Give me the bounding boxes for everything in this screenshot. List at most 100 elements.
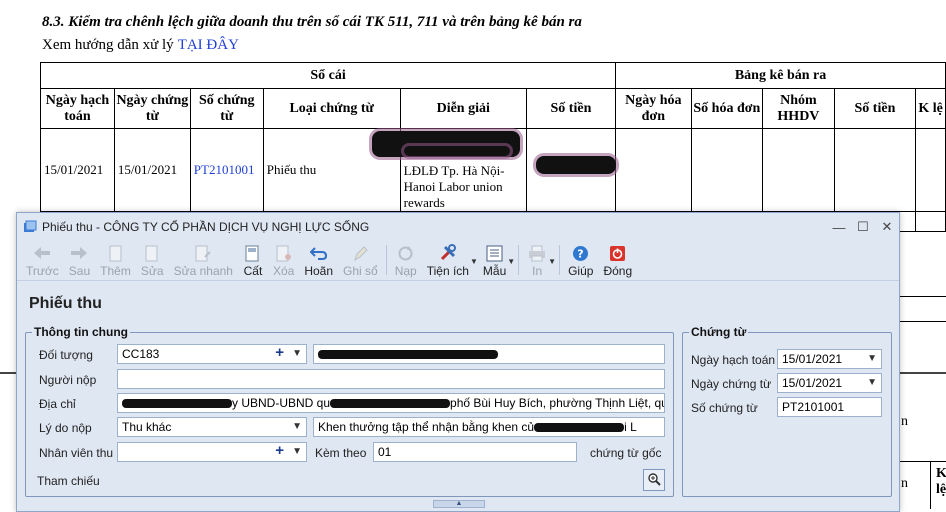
chung-tu-goc-label: chứng từ gốc: [590, 446, 662, 460]
chevron-down-icon[interactable]: ▼: [548, 257, 556, 266]
doi-tuong-name-field[interactable]: [313, 344, 665, 364]
nguoi-nop-field[interactable]: [117, 369, 665, 389]
quick-edit-icon: [193, 243, 213, 263]
ngay-chung-tu-label: Ngày chứng từ: [691, 377, 772, 391]
chevron-down-icon[interactable]: ▼: [507, 257, 515, 266]
add-document-icon: [106, 243, 126, 263]
next-button[interactable]: Sau: [64, 241, 95, 278]
nguoi-nop-label: Người nộp: [39, 373, 97, 387]
cell-so-chung-tu-link[interactable]: PT2101001: [189, 128, 264, 212]
add-icon[interactable]: +: [275, 443, 284, 460]
help-button[interactable]: ? Giúp: [563, 241, 598, 278]
add-icon[interactable]: +: [275, 345, 284, 362]
col-header: Số tiền: [525, 88, 617, 129]
voucher-legend: Chứng từ: [691, 325, 747, 339]
cell-ngay-hach-toan: 15/01/2021: [40, 128, 115, 212]
ly-do-select[interactable]: Thu khác ▼: [117, 417, 307, 437]
col-header: Diễn giải: [399, 88, 527, 129]
reload-button[interactable]: Nạp: [390, 241, 422, 278]
post-button[interactable]: Ghi sổ: [338, 241, 383, 278]
ngay-hach-toan-field[interactable]: 15/01/2021 ▼: [777, 349, 882, 369]
delete-icon: [274, 243, 294, 263]
group-header-sales: Bảng kê bán ra: [615, 62, 946, 89]
so-chung-tu-field[interactable]: PT2101001: [777, 397, 882, 417]
close-button[interactable]: ✕: [875, 213, 899, 241]
tham-chieu-label: Tham chiếu: [37, 474, 100, 488]
delete-button[interactable]: Xóa: [268, 241, 299, 278]
toolbar-separator: [559, 245, 561, 275]
doi-tuong-label: Đối tượng: [39, 348, 93, 362]
cell-empty: [690, 128, 764, 212]
so-chung-tu-label: Số chứng từ: [691, 401, 758, 415]
chevron-down-icon[interactable]: ▼: [470, 257, 478, 266]
col-header: Ngày chứng từ: [113, 88, 191, 129]
kem-theo-label: Kèm theo: [315, 446, 367, 460]
redaction-mark: [330, 399, 451, 409]
utilities-button[interactable]: Tiện ích: [422, 241, 474, 278]
doi-tuong-field[interactable]: CC183 + ▼: [117, 344, 307, 364]
maximize-button[interactable]: ☐: [851, 213, 875, 241]
chevron-down-icon[interactable]: ▼: [292, 345, 302, 363]
ly-do-label: Lý do nộp: [39, 421, 92, 435]
template-button[interactable]: Mẫu: [478, 241, 511, 278]
section-heading: 8.3. Kiểm tra chênh lệch giữa doanh thu …: [42, 14, 582, 30]
col-header: Số hóa đơn: [690, 88, 764, 129]
magnifier-icon: [647, 472, 661, 489]
doc-fragment: n: [901, 414, 908, 429]
pencil-icon: [350, 243, 370, 263]
quick-edit-button[interactable]: Sửa nhanh: [169, 241, 238, 278]
guide-text: Xem hướng dẫn xử lý: [42, 37, 174, 53]
arrow-left-icon: [32, 243, 52, 263]
dia-chi-field[interactable]: y UBND-UBND qu phố Bùi Huy Bích, phường T…: [117, 393, 665, 413]
doc-line: [930, 461, 931, 509]
add-button[interactable]: Thêm: [95, 241, 136, 278]
minimize-button[interactable]: —: [827, 213, 851, 241]
col-header: Số chứng từ: [189, 88, 264, 129]
arrow-right-icon: [69, 243, 89, 263]
col-header: Nhóm HHDV: [762, 88, 835, 129]
tools-icon: [438, 243, 458, 263]
chevron-down-icon[interactable]: ▼: [292, 418, 302, 436]
save-icon: [243, 243, 263, 263]
printer-icon: [527, 243, 547, 263]
redaction-mark: [404, 146, 510, 156]
close-form-button[interactable]: Đóng: [598, 241, 637, 278]
doc-fragment: n: [901, 476, 908, 491]
refresh-icon: [396, 243, 416, 263]
kem-theo-field[interactable]: 01: [373, 442, 577, 462]
ngay-chung-tu-field[interactable]: 15/01/2021 ▼: [777, 373, 882, 393]
chevron-down-icon[interactable]: ▼: [867, 350, 877, 368]
toolbar-separator: [518, 245, 520, 275]
col-header: K lệ: [915, 88, 946, 129]
template-icon: [485, 243, 505, 263]
cell-empty: [762, 128, 835, 212]
phieu-thu-dialog: Phiếu thu - CÔNG TY CỔ PHẦN DỊCH VỤ NGHỊ…: [16, 212, 900, 512]
title-bar: Phiếu thu - CÔNG TY CỔ PHẦN DỊCH VỤ NGHỊ…: [17, 213, 899, 241]
redaction-mark: [536, 156, 616, 174]
ngay-hach-toan-label: Ngày hạch toán: [691, 353, 776, 367]
form-title: Phiếu thu: [29, 295, 102, 312]
search-reference-button[interactable]: [643, 469, 665, 491]
toolbar: Trước Sau Thêm Sửa Sửa nhanh Cất Xóa Hoã…: [17, 241, 899, 281]
svg-text:?: ?: [578, 247, 584, 260]
dien-giai-field[interactable]: Khen thưởng tập thể nhận bằng khen củ i L: [313, 417, 665, 437]
col-header: Loại chứng từ: [262, 88, 401, 129]
cell-empty: [833, 128, 917, 212]
splitter-handle[interactable]: ▲: [433, 500, 485, 508]
guide-link[interactable]: TẠI ĐÂY: [178, 37, 239, 53]
edit-button[interactable]: Sửa: [136, 241, 169, 278]
redaction-mark: [122, 399, 232, 409]
doc-line: [900, 231, 946, 232]
cell-ngay-chung-tu: 15/01/2021: [113, 128, 191, 212]
power-icon: [608, 243, 628, 263]
nhan-vien-label: Nhân viên thu: [39, 446, 114, 460]
save-button[interactable]: Cất: [238, 241, 268, 278]
app-icon: [23, 220, 37, 234]
chevron-down-icon[interactable]: ▼: [867, 374, 877, 392]
dialog-title: Phiếu thu - CÔNG TY CỔ PHẦN DỊCH VỤ NGHỊ…: [42, 220, 370, 234]
doc-fragment: K lệ: [936, 466, 946, 497]
prev-button[interactable]: Trước: [21, 241, 64, 278]
nhan-vien-field[interactable]: + ▼: [117, 442, 307, 462]
chevron-down-icon[interactable]: ▼: [292, 443, 302, 461]
undo-button[interactable]: Hoãn: [299, 241, 338, 278]
